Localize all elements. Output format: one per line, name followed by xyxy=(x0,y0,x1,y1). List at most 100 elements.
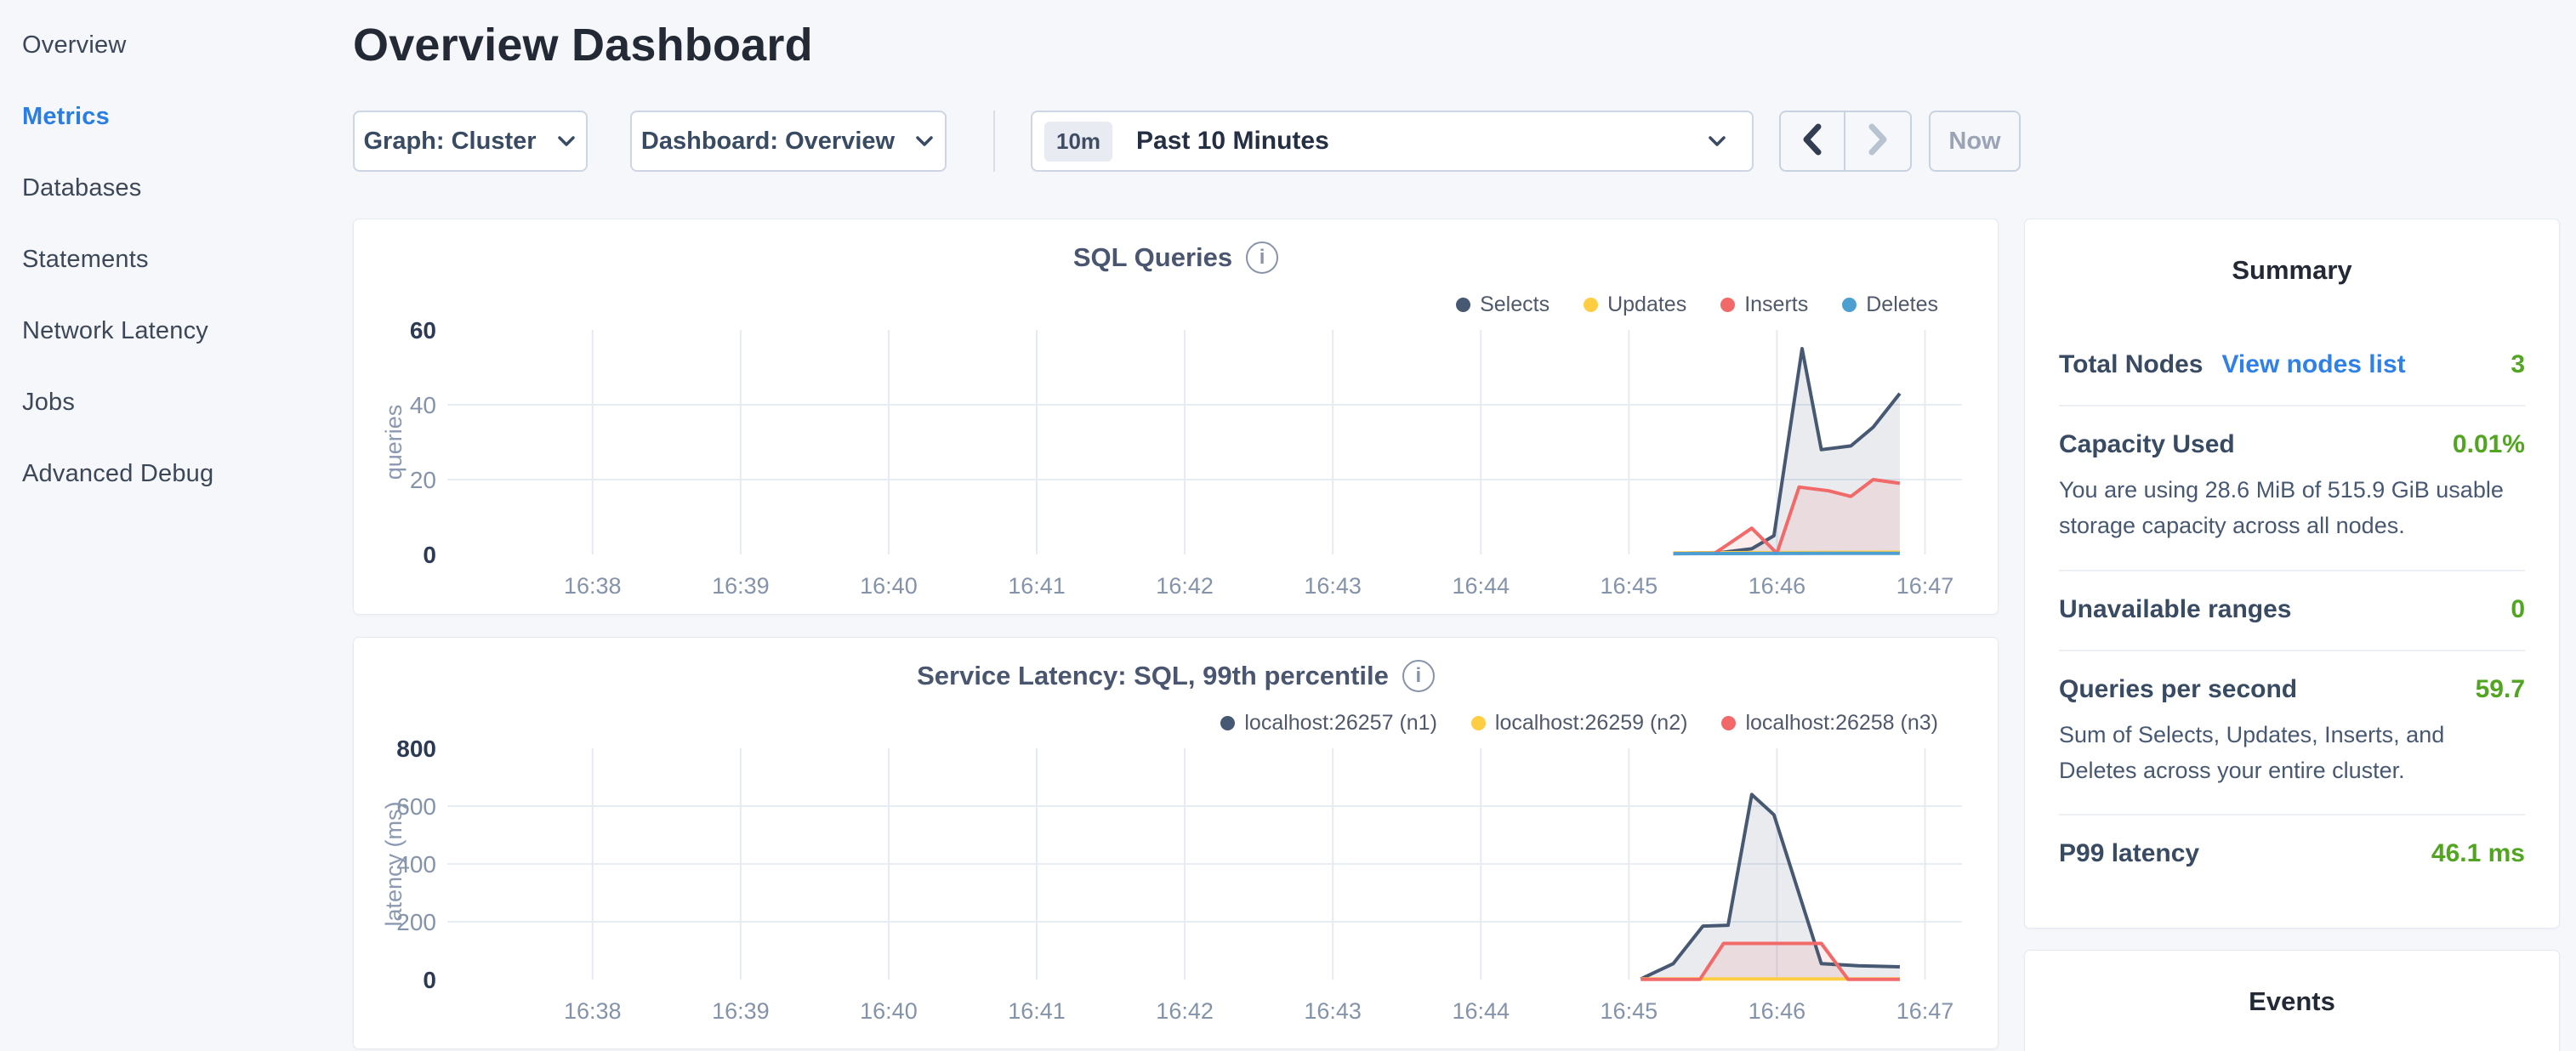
svg-text:latency (ms): latency (ms) xyxy=(381,801,407,926)
svg-text:16:39: 16:39 xyxy=(712,998,770,1024)
events-card: Events Schema Change Completed: Schema c… xyxy=(2024,950,2560,1051)
sidebar-item-metrics[interactable]: Metrics xyxy=(22,83,340,155)
legend-label: Updates xyxy=(1607,293,1686,317)
svg-text:60: 60 xyxy=(410,321,436,344)
time-step-back-button[interactable] xyxy=(1781,112,1845,170)
summary-row-value: 46.1 ms xyxy=(2431,839,2525,868)
sidebar: OverviewMetricsDatabasesStatementsNetwor… xyxy=(0,0,340,1051)
svg-text:16:43: 16:43 xyxy=(1304,998,1362,1024)
right-column: Summary Total NodesView nodes list3Capac… xyxy=(2024,219,2560,1051)
chart-legend: Selects Updates Inserts Deletes xyxy=(1456,293,1938,317)
summary-row-label: Unavailable ranges xyxy=(2059,595,2291,624)
sidebar-item-network-latency[interactable]: Network Latency xyxy=(22,298,340,369)
svg-text:0: 0 xyxy=(423,967,436,993)
sidebar-item-overview[interactable]: Overview xyxy=(22,12,340,83)
legend-color-dot xyxy=(1220,716,1235,730)
summary-title: Summary xyxy=(2059,245,2525,286)
summary-row-value: 0.01% xyxy=(2453,430,2525,459)
svg-text:0: 0 xyxy=(423,542,436,568)
svg-text:16:45: 16:45 xyxy=(1601,998,1658,1024)
controls-bar: Graph: Cluster Dashboard: Overview 10m P… xyxy=(353,111,2560,172)
legend-item: Inserts xyxy=(1720,293,1808,317)
svg-text:16:38: 16:38 xyxy=(564,998,622,1024)
sql-queries-plot-area[interactable]: 020406016:3816:3916:4016:4116:4216:4316:… xyxy=(354,321,1998,611)
charts-column: SQL Queries i Selects Updates Inserts Delet… xyxy=(353,219,1999,1051)
now-button[interactable]: Now xyxy=(1929,111,2021,172)
svg-text:16:40: 16:40 xyxy=(860,573,918,599)
summary-row-value: 59.7 xyxy=(2476,675,2525,704)
summary-row: P99 latency46.1 ms xyxy=(2059,815,2525,894)
svg-text:16:42: 16:42 xyxy=(1156,573,1214,599)
sql-queries-chart-card: SQL Queries i Selects Updates Inserts Delet… xyxy=(353,219,1999,615)
summary-row: Capacity Used 0.01% You are using 28.6 MiB… xyxy=(2059,406,2525,571)
time-range-label: Past 10 Minutes xyxy=(1136,127,1687,156)
time-step-forward-button[interactable] xyxy=(1845,112,1910,170)
service-latency-chart-card: Service Latency: SQL, 99th percentile i … xyxy=(353,637,1999,1049)
svg-text:16:47: 16:47 xyxy=(1896,998,1954,1024)
sidebar-item-advanced-debug[interactable]: Advanced Debug xyxy=(22,440,340,512)
svg-text:16:44: 16:44 xyxy=(1452,573,1510,599)
dashboard-content: SQL Queries i Selects Updates Inserts Delet… xyxy=(353,219,2560,1051)
svg-text:16:46: 16:46 xyxy=(1749,573,1806,599)
time-range-badge: 10m xyxy=(1044,122,1112,162)
summary-row: Queries per second59.7Sum of Selects, Up… xyxy=(2059,651,2525,816)
info-icon[interactable]: i xyxy=(1402,660,1435,692)
summary-row-label: Queries per second xyxy=(2059,675,2297,704)
sidebar-item-databases[interactable]: Databases xyxy=(22,155,340,226)
chart-title: SQL Queries xyxy=(1073,242,1232,273)
svg-text:queries: queries xyxy=(381,405,407,480)
graph-select-label: Graph: Cluster xyxy=(363,128,536,156)
chart-title: Service Latency: SQL, 99th percentile xyxy=(917,661,1389,691)
summary-row-value: 3 xyxy=(2511,350,2525,379)
graph-select-dropdown[interactable]: Graph: Cluster xyxy=(353,111,588,172)
chevron-down-icon xyxy=(913,134,935,149)
dashboard-select-label: Dashboard: Overview xyxy=(641,128,895,156)
svg-text:16:46: 16:46 xyxy=(1749,998,1806,1024)
legend-label: localhost:26257 (n1) xyxy=(1244,711,1437,736)
legend-color-dot xyxy=(1842,298,1857,312)
service-latency-plot-area[interactable]: 020040060080016:3816:3916:4016:4116:4216… xyxy=(354,740,1998,1029)
controls-divider xyxy=(993,111,995,172)
chevron-left-icon xyxy=(1798,120,1827,163)
svg-text:16:41: 16:41 xyxy=(1008,998,1066,1024)
sidebar-item-statements[interactable]: Statements xyxy=(22,226,340,298)
legend-color-dot xyxy=(1456,298,1470,312)
svg-text:20: 20 xyxy=(410,467,436,493)
legend-color-dot xyxy=(1471,716,1486,730)
sidebar-item-jobs[interactable]: Jobs xyxy=(22,369,340,440)
legend-item: Selects xyxy=(1456,293,1550,317)
svg-text:16:39: 16:39 xyxy=(712,573,770,599)
view-nodes-list-link[interactable]: View nodes list xyxy=(2221,350,2405,379)
dashboard-select-dropdown[interactable]: Dashboard: Overview xyxy=(630,111,947,172)
events-title: Events xyxy=(2059,976,2525,1017)
chevron-right-icon xyxy=(1863,120,1892,163)
legend-item: localhost:26259 (n2) xyxy=(1471,711,1688,736)
summary-card: Summary Total NodesView nodes list3Capac… xyxy=(2024,219,2560,929)
legend-color-dot xyxy=(1720,298,1735,312)
legend-label: Deletes xyxy=(1866,293,1938,317)
info-icon[interactable]: i xyxy=(1246,241,1278,274)
time-step-buttons xyxy=(1779,111,1912,172)
svg-text:16:43: 16:43 xyxy=(1304,573,1362,599)
legend-item: localhost:26258 (n3) xyxy=(1721,711,1938,736)
legend-label: Inserts xyxy=(1744,293,1808,317)
main-content: Overview Dashboard Graph: Cluster Dashbo… xyxy=(340,0,2576,1051)
summary-row-label: Capacity Used xyxy=(2059,430,2235,459)
legend-item: localhost:26257 (n1) xyxy=(1220,711,1437,736)
legend-item: Updates xyxy=(1584,293,1686,317)
svg-text:16:47: 16:47 xyxy=(1896,573,1954,599)
summary-row-description: You are using 28.6 MiB of 515.9 GiB usab… xyxy=(2059,473,2525,544)
svg-text:16:42: 16:42 xyxy=(1156,998,1214,1024)
summary-row: Total NodesView nodes list3 xyxy=(2059,327,2525,406)
chart-legend: localhost:26257 (n1) localhost:26259 (n2)… xyxy=(1220,711,1938,736)
svg-text:16:40: 16:40 xyxy=(860,998,918,1024)
legend-label: Selects xyxy=(1480,293,1550,317)
time-range-dropdown[interactable]: 10m Past 10 Minutes xyxy=(1031,111,1754,172)
summary-row-value: 0 xyxy=(2511,595,2525,624)
legend-label: localhost:26258 (n3) xyxy=(1745,711,1938,736)
svg-text:16:45: 16:45 xyxy=(1601,573,1658,599)
legend-color-dot xyxy=(1721,716,1736,730)
page-title: Overview Dashboard xyxy=(353,19,2560,71)
chevron-down-icon xyxy=(1706,134,1728,149)
svg-text:800: 800 xyxy=(396,740,436,762)
